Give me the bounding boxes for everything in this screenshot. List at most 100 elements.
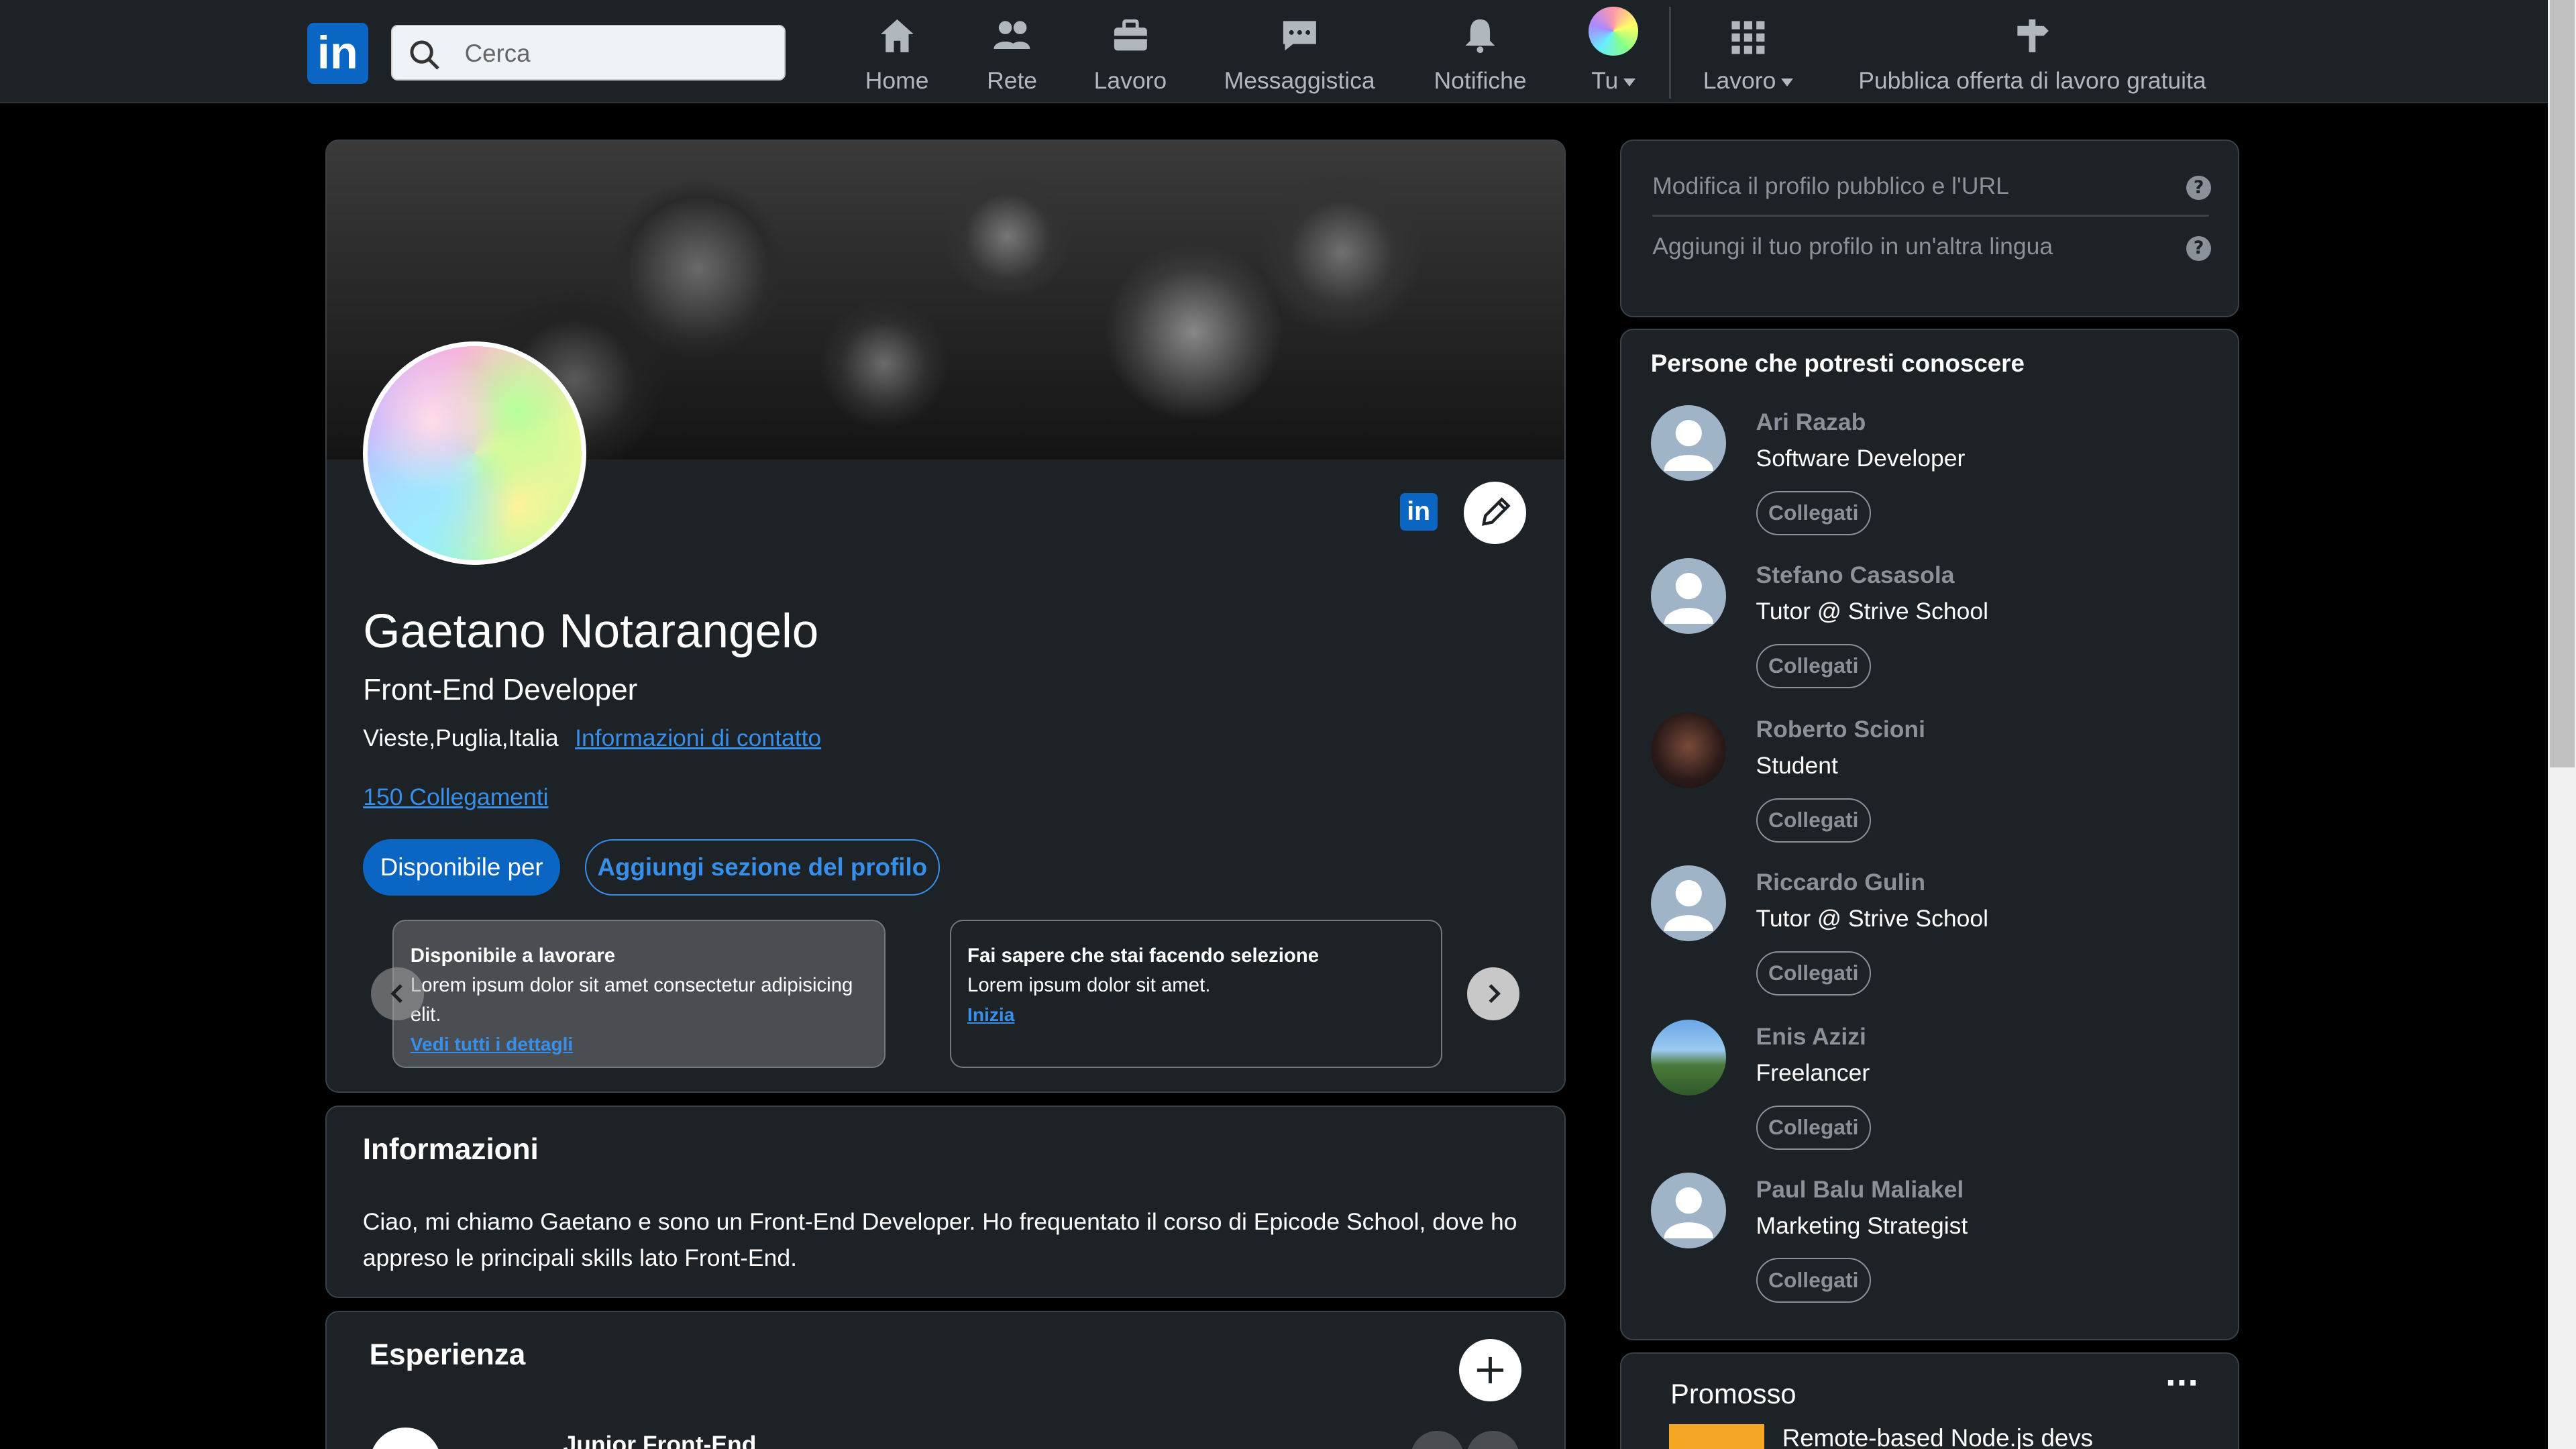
promo-headline[interactable]: Remote-based Node.js devs: [1782, 1424, 2093, 1449]
profile-photo[interactable]: [363, 341, 587, 566]
nav-messaging-label: Messaggistica: [1224, 67, 1375, 95]
help-icon[interactable]: ?: [2186, 175, 2211, 201]
pencil-icon: [1481, 497, 1511, 527]
nav-post-job[interactable]: Pubblica offerta di lavoro gratuita: [1850, 13, 2215, 95]
nav-me-label: Tu: [1591, 67, 1619, 95]
open-to-button[interactable]: Disponibile per: [363, 839, 561, 896]
person-name[interactable]: Ari Razab: [1756, 409, 1866, 436]
edit-experience-button[interactable]: [1411, 1430, 1464, 1449]
bell-icon: [1465, 19, 1495, 54]
people-title: Persone che potresti conoscere: [1650, 350, 2025, 378]
about-text: Ciao, mi chiamo Gaetano e sono un Front-…: [362, 1208, 1517, 1271]
people-you-may-know-card: Persone che potresti conoscere Ari Razab…: [1619, 328, 2239, 1341]
default-avatar-icon[interactable]: [1650, 865, 1727, 941]
carousel-next-button[interactable]: [1466, 967, 1520, 1020]
person-item: Stefano Casasola Tutor @ Strive School C…: [1650, 558, 2193, 706]
search-input[interactable]: [464, 34, 769, 74]
connect-button[interactable]: Collegati: [1756, 643, 1871, 688]
nav-home[interactable]: Home: [854, 13, 939, 95]
default-avatar-icon[interactable]: [1650, 558, 1727, 634]
network-icon: [994, 21, 1030, 50]
person-item: Ari Razab Software Developer Collegati: [1650, 405, 2193, 553]
edit-profile-button[interactable]: [1464, 481, 1527, 544]
default-avatar-icon[interactable]: [1650, 405, 1727, 482]
nav-me[interactable]: Tu: [1580, 6, 1646, 95]
profile-name: Gaetano Notarangelo: [363, 605, 819, 659]
connect-button[interactable]: Collegati: [1756, 490, 1871, 535]
person-item: Riccardo Gulin Tutor @ Strive School Col…: [1650, 865, 2193, 1013]
card-title: Fai sapere che stai facendo selezione: [967, 944, 1320, 967]
connect-button[interactable]: Collegati: [1756, 798, 1871, 843]
contact-info-link[interactable]: Informazioni di contatto: [575, 724, 821, 752]
nav-notifications[interactable]: Notifiche: [1430, 13, 1532, 95]
person-name[interactable]: Stefano Casasola: [1756, 561, 1955, 589]
person-name[interactable]: Roberto Scioni: [1756, 716, 1925, 743]
help-icon[interactable]: ?: [2186, 236, 2211, 261]
chevron-down-icon: [1623, 78, 1635, 87]
nav-divider: [1669, 6, 1671, 99]
add-profile-section-button[interactable]: Aggiungi sezione del profilo: [584, 839, 940, 896]
avatar[interactable]: [1650, 1020, 1727, 1096]
person-name[interactable]: Enis Azizi: [1756, 1023, 1866, 1051]
nav-work-menu[interactable]: Lavoro: [1699, 13, 1797, 95]
connect-button[interactable]: Collegati: [1756, 951, 1871, 996]
home-icon: [880, 19, 914, 53]
top-navbar: in Home Rete Lavoro Messaggistica Notifi…: [0, 0, 2548, 104]
message-icon: [1283, 21, 1316, 51]
person-role: Freelancer: [1756, 1059, 1870, 1087]
nav-messaging[interactable]: Messaggistica: [1222, 13, 1377, 95]
scrollbar-thumb[interactable]: [2549, 0, 2575, 767]
nav-home-label: Home: [865, 67, 929, 95]
nav-jobs-label: Lavoro: [1093, 67, 1167, 95]
person-item: Paul Balu Maliakel Marketing Strategist …: [1650, 1173, 2193, 1320]
carousel-prev-button[interactable]: [371, 967, 424, 1020]
more-options-icon[interactable]: ···: [2165, 1366, 2198, 1401]
post-job-icon: [2017, 19, 2049, 53]
experience-title: Esperienza: [369, 1338, 526, 1372]
avatar[interactable]: [1650, 712, 1727, 789]
linkedin-badge-icon[interactable]: in: [1399, 492, 1438, 531]
avatar: [1589, 6, 1638, 56]
person-role: Tutor @ Strive School: [1756, 904, 1988, 932]
nav-jobs[interactable]: Lavoro: [1087, 13, 1173, 95]
profile-location: Vieste,Puglia,Italia: [363, 724, 559, 751]
profile-settings-card: Modifica il profilo pubblico e l'URL ? A…: [1619, 140, 2239, 317]
chevron-left-icon: [390, 984, 402, 1004]
default-avatar-icon[interactable]: [1650, 1173, 1727, 1248]
experience-card: Esperienza Junior Front-End: [325, 1311, 1566, 1449]
person-item: Roberto Scioni Student Collegati: [1650, 712, 2193, 860]
search-box[interactable]: [390, 24, 786, 80]
linkedin-logo[interactable]: in: [307, 23, 368, 84]
promoted-title: Promosso: [1670, 1378, 1796, 1410]
search-icon: [409, 39, 441, 78]
add-language-profile-link[interactable]: Aggiungi il tuo profilo in un'altra ling…: [1652, 233, 2053, 260]
hiring-card[interactable]: Fai sapere che stai facendo selezione Lo…: [949, 920, 1443, 1068]
person-role: Student: [1756, 752, 1838, 780]
connect-button[interactable]: Collegati: [1756, 1258, 1871, 1303]
delete-experience-button[interactable]: [1466, 1430, 1519, 1449]
person-name[interactable]: Paul Balu Maliakel: [1756, 1176, 1964, 1203]
card-title: Disponibile a lavorare: [410, 944, 616, 967]
nav-network[interactable]: Rete: [979, 13, 1045, 95]
connections-link[interactable]: 150 Collegamenti: [363, 784, 548, 811]
nav-work-label: Lavoro: [1703, 67, 1776, 95]
person-role: Tutor @ Strive School: [1756, 597, 1988, 625]
person-role: Marketing Strategist: [1756, 1212, 1968, 1239]
nav-network-label: Rete: [987, 67, 1038, 95]
plus-icon: [1477, 1356, 1503, 1384]
card-text: Lorem ipsum dolor sit amet consectetur a…: [410, 973, 853, 1026]
promo-image[interactable]: [1668, 1424, 1764, 1449]
start-link[interactable]: Inizia: [967, 1004, 1014, 1025]
promoted-card: Promosso ··· Remote-based Node.js devs: [1619, 1352, 2239, 1449]
nav-notifications-label: Notifiche: [1434, 67, 1527, 95]
person-name[interactable]: Riccardo Gulin: [1756, 869, 1926, 896]
person-role: Software Developer: [1756, 445, 1966, 472]
edit-public-profile-link[interactable]: Modifica il profilo pubblico e l'URL: [1652, 172, 2009, 200]
briefcase-icon: [1114, 19, 1147, 51]
add-experience-button[interactable]: [1458, 1338, 1521, 1401]
experience-item-title: Junior Front-End: [563, 1430, 757, 1449]
connect-button[interactable]: Collegati: [1756, 1105, 1871, 1150]
see-details-link[interactable]: Vedi tutti i dettagli: [411, 1034, 573, 1055]
chevron-down-icon: [1780, 78, 1793, 87]
open-to-work-card[interactable]: Disponibile a lavorare Lorem ipsum dolor…: [392, 920, 885, 1068]
